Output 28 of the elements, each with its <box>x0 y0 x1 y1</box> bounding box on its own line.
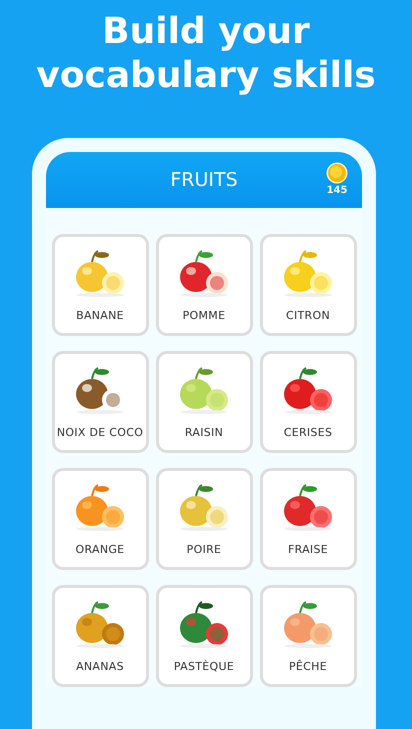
word-label: FRAISE <box>288 543 328 556</box>
word-card[interactable]: PÊCHE <box>260 585 356 687</box>
word-card[interactable]: BANANE <box>52 234 148 336</box>
word-label: CITRON <box>286 309 330 322</box>
word-card[interactable]: ORANGE <box>52 468 148 570</box>
word-card[interactable]: POIRE <box>156 468 252 570</box>
word-label: BANANE <box>76 309 124 322</box>
word-card[interactable]: PASTÈQUE <box>156 585 252 687</box>
word-label: PÊCHE <box>289 660 327 673</box>
coin-icon <box>326 162 348 184</box>
word-label: ORANGE <box>76 543 124 556</box>
word-label: POIRE <box>186 543 222 556</box>
word-label: ANANAS <box>76 660 124 673</box>
word-card[interactable]: ANANAS <box>52 585 148 687</box>
headline: Build your vocabulary skills <box>35 10 377 98</box>
word-label: PASTÈQUE <box>174 660 234 673</box>
word-card[interactable]: FRAISE <box>260 468 356 570</box>
word-card[interactable]: CERISES <box>260 351 356 453</box>
word-label: NOIX DE COCO <box>56 426 144 439</box>
word-label: RAISIN <box>184 426 224 439</box>
screen-title: FRUITS <box>170 169 238 191</box>
word-card[interactable]: NOIX DE COCO <box>52 351 148 453</box>
coin-count: 145 <box>326 185 348 196</box>
word-card[interactable]: CITRON <box>260 234 356 336</box>
word-card[interactable]: RAISIN <box>156 351 252 453</box>
word-label: POMME <box>182 309 226 322</box>
word-card[interactable]: POMME <box>156 234 252 336</box>
word-label: CERISES <box>284 426 332 439</box>
